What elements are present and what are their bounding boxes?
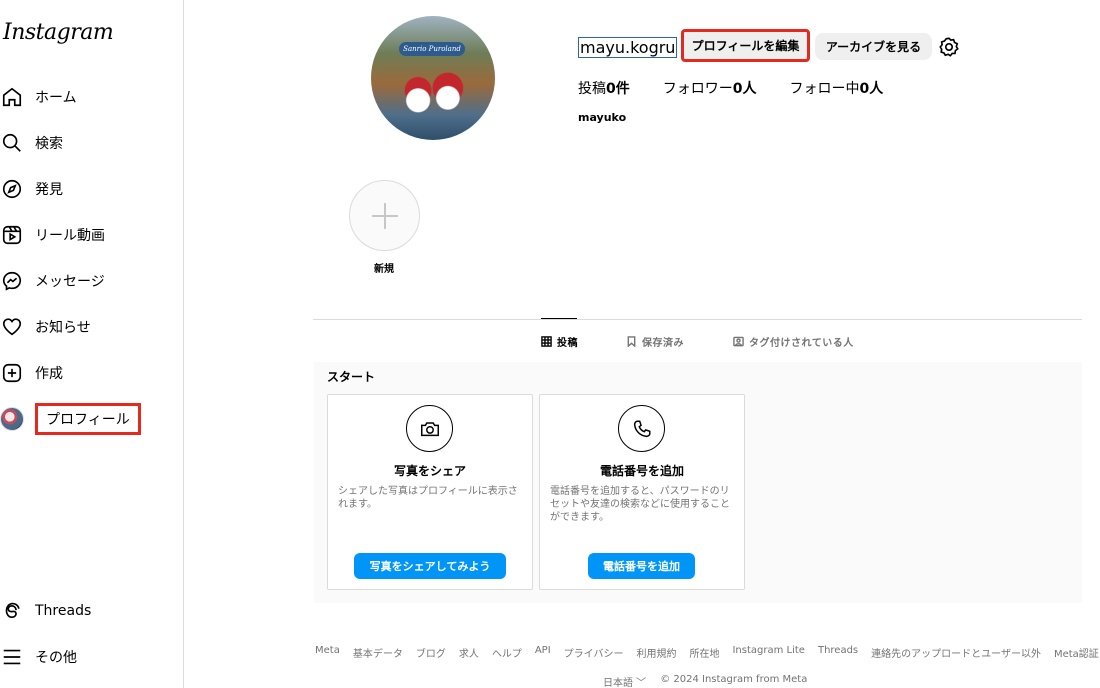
- card-description: シェアした写真はプロフィールに表示されます。: [338, 486, 518, 510]
- sidebar-item-label: リール動画: [35, 228, 105, 244]
- card-title: 電話番号を追加: [599, 464, 684, 478]
- posts-count: 投稿0件: [578, 81, 630, 97]
- footer-link[interactable]: Instagram Lite: [732, 645, 804, 660]
- instagram-profile-page: Instagram ホーム 検索 発見 リール動画 メッセージ お知らせ 作成 …: [0, 0, 1100, 688]
- footer-link[interactable]: Meta: [315, 645, 340, 660]
- footer-link[interactable]: 利用規約: [636, 645, 676, 660]
- plus-icon: [371, 202, 398, 229]
- heart-icon: [0, 315, 24, 339]
- footer-link[interactable]: 連絡先のアップロードとユーザー以外: [871, 645, 1041, 660]
- avatar-banner-text: Sanrio Puroland: [399, 42, 465, 56]
- add-phone-card: 電話番号を追加 電話番号を追加すると、パスワードのリセットや友達の検索などに使用…: [539, 394, 745, 590]
- sidebar-item-more[interactable]: その他: [0, 640, 180, 674]
- add-phone-button[interactable]: 電話番号を追加: [588, 553, 695, 579]
- sidebar-item-create[interactable]: 作成: [0, 356, 180, 390]
- tag-person-icon: [733, 336, 744, 346]
- followers-count[interactable]: フォロワー0人: [663, 78, 757, 98]
- tab-saved[interactable]: 保存済み: [626, 332, 684, 350]
- settings-gear-icon[interactable]: [938, 36, 960, 58]
- threads-icon: [0, 599, 24, 623]
- share-photo-card: 写真をシェア シェアした写真はプロフィールに表示されます。 写真をシェアしてみよ…: [327, 394, 533, 590]
- footer-link[interactable]: 基本データ: [353, 645, 403, 660]
- new-highlight-label: 新規: [374, 264, 394, 275]
- tab-posts[interactable]: 投稿: [541, 332, 578, 350]
- sidebar-item-label: メッセージ: [35, 274, 105, 290]
- following-count[interactable]: フォロー中0人: [790, 78, 884, 98]
- footer-links: Meta 基本データ ブログ 求人 ヘルプ API プライバシー 利用規約 所在…: [315, 645, 1099, 660]
- profile-username: mayu.kogru: [578, 37, 678, 58]
- view-archive-button[interactable]: アーカイブを見る: [815, 33, 932, 60]
- sidebar-item-home[interactable]: ホーム: [0, 80, 180, 114]
- profile-avatar[interactable]: Sanrio Puroland: [371, 16, 495, 140]
- avatar: [0, 407, 24, 431]
- sidebar-item-messages[interactable]: メッセージ: [0, 264, 180, 298]
- sidebar-item-explore[interactable]: 発見: [0, 172, 180, 206]
- tabs-divider: [313, 319, 1082, 320]
- sidebar-item-profile[interactable]: プロフィール: [0, 402, 180, 436]
- tab-tagged[interactable]: タグ付けされている人: [733, 332, 854, 350]
- sidebar-item-label: 作成: [35, 366, 63, 382]
- footer-link[interactable]: Threads: [818, 645, 858, 660]
- camera-icon: [406, 405, 453, 452]
- grid-icon: [541, 335, 552, 347]
- getting-started-title: スタート: [327, 370, 376, 384]
- sidebar-item-label: お知らせ: [35, 320, 91, 336]
- menu-icon: [0, 645, 24, 669]
- sidebar-item-label: 発見: [35, 182, 63, 198]
- edit-profile-button[interactable]: プロフィールを編集: [681, 29, 810, 62]
- sidebar-item-label: Threads: [35, 603, 92, 619]
- new-highlight-button[interactable]: [349, 180, 420, 251]
- home-icon: [0, 85, 24, 109]
- phone-icon: [618, 405, 665, 452]
- footer-link[interactable]: ブログ: [416, 645, 446, 660]
- profile-stats: 投稿0件 フォロワー0人 フォロー中0人: [578, 78, 916, 98]
- active-tab-indicator: [541, 318, 577, 319]
- messenger-icon: [0, 269, 24, 293]
- sidebar-item-search[interactable]: 検索: [0, 126, 180, 160]
- compass-icon: [0, 177, 24, 201]
- sidebar-item-label: その他: [35, 650, 77, 666]
- profile-full-name: mayuko: [578, 111, 627, 124]
- footer-link[interactable]: 所在地: [689, 645, 719, 660]
- footer-link[interactable]: API: [535, 645, 551, 660]
- card-title: 写真をシェア: [393, 464, 466, 478]
- sidebar-item-label: ホーム: [35, 90, 77, 106]
- sidebar: Instagram ホーム 検索 発見 リール動画 メッセージ お知らせ 作成 …: [0, 0, 184, 688]
- sidebar-item-threads[interactable]: Threads: [0, 594, 180, 628]
- plus-square-icon: [0, 361, 24, 385]
- search-icon: [0, 131, 24, 155]
- sidebar-item-label: プロフィール: [35, 403, 141, 435]
- footer-link[interactable]: Meta認証: [1054, 645, 1099, 660]
- footer-link[interactable]: 求人: [459, 645, 479, 660]
- sidebar-item-notifications[interactable]: お知らせ: [0, 310, 180, 344]
- bookmark-icon: [627, 335, 636, 347]
- share-photo-button[interactable]: 写真をシェアしてみよう: [354, 553, 506, 579]
- sidebar-item-label: 検索: [35, 136, 63, 152]
- card-description: 電話番号を追加すると、パスワードのリセットや友達の検索などに使用することができま…: [550, 486, 730, 523]
- footer-meta: 日本語 ﹀ © 2024 Instagram from Meta: [603, 674, 807, 688]
- copyright-text: © 2024 Instagram from Meta: [660, 674, 808, 685]
- footer-link[interactable]: プライバシー: [564, 645, 624, 660]
- footer-link[interactable]: ヘルプ: [492, 645, 522, 660]
- sidebar-item-reels[interactable]: リール動画: [0, 218, 180, 252]
- language-select[interactable]: 日本語 ﹀: [603, 674, 646, 688]
- instagram-logo[interactable]: Instagram: [3, 20, 114, 45]
- reels-icon: [0, 223, 24, 247]
